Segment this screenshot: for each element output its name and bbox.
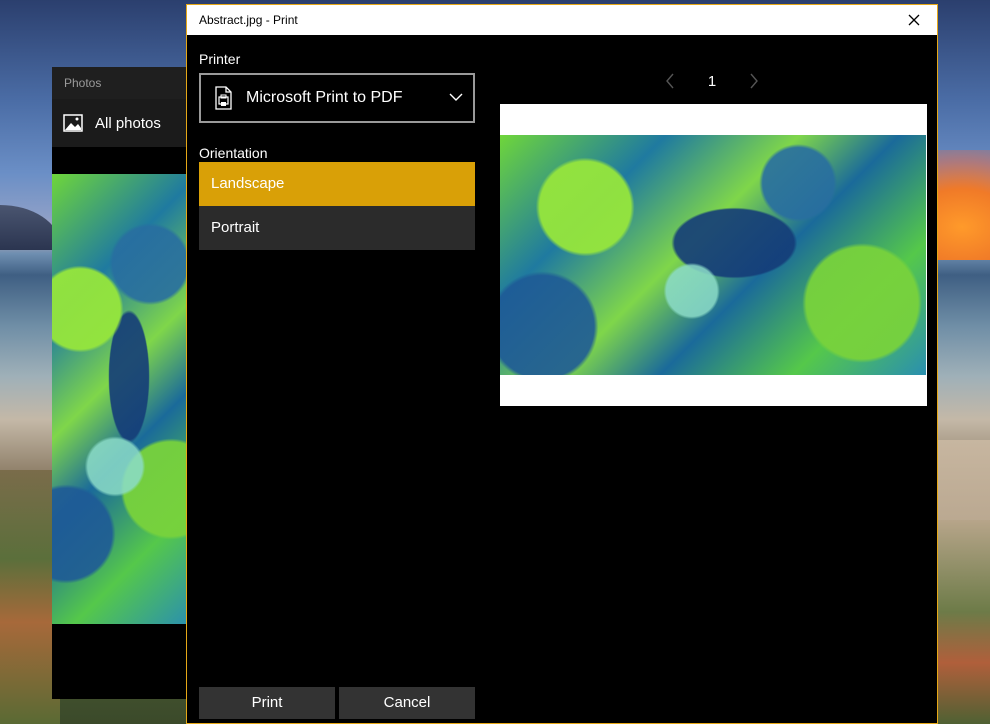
photos-window-title: Photos bbox=[52, 67, 192, 99]
chevron-down-icon bbox=[449, 93, 463, 101]
all-photos-label: All photos bbox=[95, 114, 161, 132]
wallpaper-hill bbox=[0, 205, 60, 250]
close-button[interactable] bbox=[891, 5, 937, 35]
page-navigator: 1 bbox=[499, 65, 925, 97]
orientation-list: Landscape Portrait bbox=[199, 162, 475, 250]
cancel-button[interactable]: Cancel bbox=[339, 687, 475, 719]
orientation-option-portrait[interactable]: Portrait bbox=[199, 206, 475, 250]
print-dialog: Abstract.jpg - Print Printer Microsoft P… bbox=[186, 4, 938, 724]
image-icon bbox=[63, 114, 83, 132]
wallpaper-sand bbox=[938, 440, 990, 530]
dialog-title: Abstract.jpg - Print bbox=[199, 13, 298, 27]
print-button[interactable]: Print bbox=[199, 687, 335, 719]
printer-dropdown[interactable]: Microsoft Print to PDF bbox=[199, 73, 475, 123]
pdf-printer-icon bbox=[215, 86, 232, 110]
chevron-right-icon bbox=[750, 73, 758, 89]
previous-page-button[interactable] bbox=[654, 65, 686, 97]
printer-label: Printer bbox=[199, 51, 241, 67]
printer-value: Microsoft Print to PDF bbox=[246, 89, 403, 106]
wallpaper-shrubs-right bbox=[938, 520, 990, 724]
dialog-titlebar: Abstract.jpg - Print bbox=[187, 5, 937, 35]
chevron-left-icon bbox=[666, 73, 674, 89]
orientation-label: Orientation bbox=[199, 145, 268, 161]
print-preview-page bbox=[500, 104, 927, 406]
photo-thumbnail[interactable] bbox=[52, 174, 192, 624]
photos-app-window: Photos All photos bbox=[52, 67, 192, 699]
orientation-option-landscape[interactable]: Landscape bbox=[199, 162, 475, 206]
close-icon bbox=[908, 14, 920, 26]
page-number: 1 bbox=[707, 72, 717, 90]
all-photos-nav[interactable]: All photos bbox=[52, 99, 192, 147]
preview-image bbox=[500, 135, 926, 375]
next-page-button[interactable] bbox=[738, 65, 770, 97]
wallpaper-shrubs-left bbox=[0, 470, 60, 724]
